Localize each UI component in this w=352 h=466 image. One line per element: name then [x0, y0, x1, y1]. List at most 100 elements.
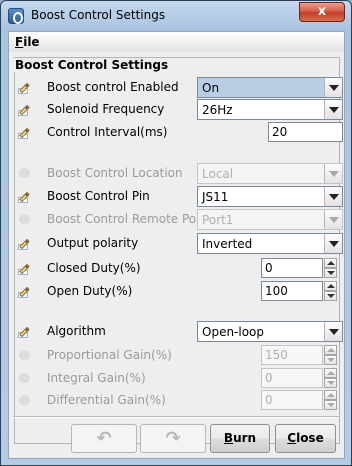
row-integral-gain: Integral Gain(%) 0 — [17, 368, 337, 388]
integral-gain-spinner: 0 — [261, 368, 338, 388]
field-value: 20 — [272, 125, 288, 139]
edit-pencil-icon[interactable] — [17, 101, 33, 117]
redo-arrow-icon: ↷ — [165, 428, 181, 449]
output-polarity-select[interactable]: Inverted — [197, 233, 343, 254]
field-value: 100 — [265, 284, 288, 298]
spinner-up-arrow-icon — [324, 345, 337, 355]
edit-pencil-icon[interactable] — [17, 188, 33, 204]
closed-duty-spinner[interactable]: 0 — [261, 258, 338, 278]
select-value: Local — [202, 167, 234, 181]
undo-button: ↶ — [71, 424, 137, 453]
chevron-down-icon — [324, 210, 342, 229]
spinner-up-arrow-icon[interactable] — [324, 258, 337, 268]
row-solenoid-frequency: Solenoid Frequency 26Hz — [17, 99, 343, 120]
close-mnemonic: C — [287, 431, 297, 445]
edit-pencil-icon[interactable] — [17, 260, 33, 276]
separator — [13, 416, 339, 418]
edit-pencil-icon — [17, 392, 33, 408]
chevron-down-icon[interactable] — [324, 100, 342, 119]
row-boost-control-enabled: Boost control Enabled On — [17, 77, 343, 98]
control-interval-field[interactable]: 20 — [268, 122, 343, 142]
edit-pencil-icon[interactable] — [17, 323, 33, 339]
row-label: Open Duty(%) — [47, 284, 133, 298]
select-value: Port1 — [202, 213, 234, 227]
edit-pencil-icon[interactable] — [17, 283, 33, 299]
row-label: Boost Control Remote Port — [47, 212, 206, 226]
edit-pencil-icon[interactable] — [17, 235, 33, 251]
row-label: Differential Gain(%) — [47, 393, 166, 407]
boost-control-enabled-select[interactable]: On — [197, 77, 343, 98]
select-value: Inverted — [202, 237, 253, 251]
row-label: Boost Control Location — [47, 166, 183, 180]
row-output-polarity: Output polarity Inverted — [17, 233, 343, 254]
close-button[interactable]: Close — [275, 424, 336, 453]
spinner-down-arrow-icon[interactable] — [324, 291, 337, 301]
spinner-up-arrow-icon — [324, 368, 337, 378]
chevron-down-icon[interactable] — [324, 78, 342, 97]
dialog-content: File Boost Control Settings Boost contro… — [8, 31, 345, 459]
redo-button: ↷ — [140, 424, 206, 453]
chevron-down-icon — [324, 164, 342, 183]
field-value: 0 — [265, 371, 273, 385]
edit-pencil-icon — [17, 211, 33, 227]
proportional-gain-spinner: 150 — [261, 345, 338, 365]
row-label: Solenoid Frequency — [47, 102, 165, 116]
dialog-window: Boost Control Settings x File Boost Cont… — [0, 0, 352, 466]
edit-pencil-icon[interactable] — [17, 79, 33, 95]
select-value: 26Hz — [202, 103, 233, 117]
row-boost-control-location: Boost Control Location Local — [17, 163, 343, 184]
row-closed-duty: Closed Duty(%) 0 — [17, 258, 337, 278]
select-value: JS11 — [202, 190, 229, 204]
spinner-up-arrow-icon[interactable] — [324, 281, 337, 291]
boost-control-remote-port-select: Port1 — [197, 209, 343, 230]
algorithm-select[interactable]: Open-loop — [197, 321, 343, 342]
spinner-down-arrow-icon[interactable] — [324, 268, 337, 278]
row-label: Output polarity — [47, 236, 139, 250]
spinner-down-arrow-icon — [324, 378, 337, 388]
boost-control-location-select: Local — [197, 163, 343, 184]
button-bar: ↶ ↷ Burn Close — [9, 416, 344, 458]
solenoid-frequency-select[interactable]: 26Hz — [197, 99, 343, 120]
edit-pencil-icon — [17, 347, 33, 363]
chevron-down-icon[interactable] — [324, 322, 342, 341]
spinner-field[interactable]: 100 — [261, 281, 323, 301]
burn-mnemonic: B — [223, 431, 234, 445]
row-label: Algorithm — [47, 324, 106, 338]
spinner-down-arrow-icon — [324, 355, 337, 365]
select-value: On — [202, 81, 220, 95]
menu-bar: File — [9, 32, 344, 52]
window-close-button[interactable]: x — [299, 2, 345, 22]
field-value: 0 — [265, 393, 273, 407]
edit-pencil-icon[interactable] — [17, 124, 33, 140]
undo-arrow-icon: ↶ — [96, 428, 112, 449]
burn-label-rest: urn — [233, 431, 257, 445]
row-differential-gain: Differential Gain(%) 0 — [17, 390, 337, 410]
group-title: Boost Control Settings — [14, 58, 170, 72]
menu-file[interactable]: File — [15, 35, 40, 49]
spinner-field[interactable]: 0 — [261, 258, 323, 278]
row-label: Control Interval(ms) — [47, 125, 168, 139]
row-proportional-gain: Proportional Gain(%) 150 — [17, 345, 337, 365]
spinner-down-arrow-icon — [324, 400, 337, 410]
boost-control-pin-select[interactable]: JS11 — [197, 186, 343, 207]
chevron-down-icon[interactable] — [324, 187, 342, 206]
close-label-rest: lose — [296, 431, 324, 445]
field-value: 150 — [265, 348, 288, 362]
menu-file-rest: ile — [23, 35, 40, 49]
menu-file-mnemonic: F — [15, 35, 24, 49]
row-label: Closed Duty(%) — [47, 261, 141, 275]
row-boost-control-remote-port: Boost Control Remote Port Port1 — [17, 209, 343, 230]
burn-button[interactable]: Burn — [210, 424, 270, 453]
spinner-field: 0 — [261, 390, 323, 410]
row-label: Integral Gain(%) — [47, 371, 146, 385]
differential-gain-spinner: 0 — [261, 390, 338, 410]
title-bar[interactable]: Boost Control Settings x — [1, 1, 351, 31]
spinner-field: 0 — [261, 368, 323, 388]
row-boost-control-pin: Boost Control Pin JS11 — [17, 186, 343, 207]
edit-pencil-icon — [17, 370, 33, 386]
open-duty-spinner[interactable]: 100 — [261, 281, 338, 301]
spinner-field: 150 — [261, 345, 323, 365]
row-label: Proportional Gain(%) — [47, 348, 172, 362]
row-open-duty: Open Duty(%) 100 — [17, 281, 337, 301]
chevron-down-icon[interactable] — [324, 234, 342, 253]
